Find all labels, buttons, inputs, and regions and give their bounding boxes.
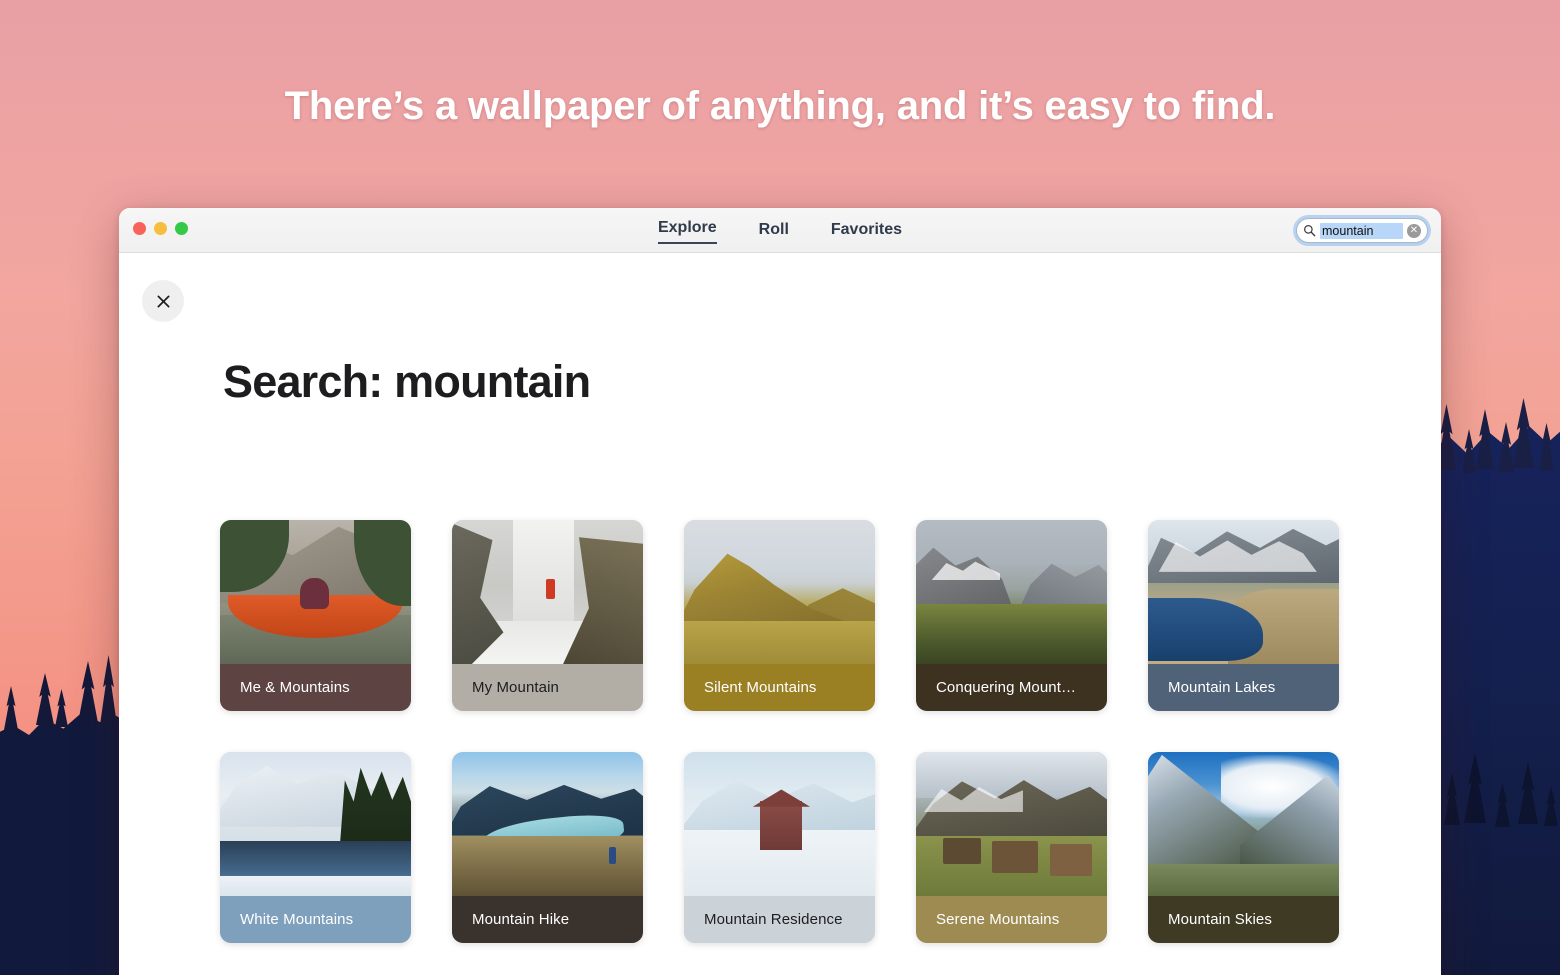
wallpaper-results-grid: Me & Mountains My Mountain Silent Mounta… [220,520,1339,943]
wallpaper-card[interactable]: Serene Mountains [916,752,1107,943]
wallpaper-card[interactable]: Mountain Skies [1148,752,1339,943]
tab-explore[interactable]: Explore [657,219,717,244]
wallpaper-card-title: Mountain Hike [452,896,643,943]
wallpaper-card-title: White Mountains [220,896,411,943]
app-window: Explore Roll Favorites mountain ✕ Search… [119,208,1441,975]
wallpaper-card[interactable]: Mountain Residence [684,752,875,943]
page-title: Search: mountain [223,356,591,407]
marketing-headline: There’s a wallpaper of anything, and it’… [284,84,1276,128]
window-content: Search: mountain Me & Mountains My Mount… [119,253,1441,975]
wallpaper-card[interactable]: Mountain Hike [452,752,643,943]
wallpaper-thumbnail [684,520,875,664]
window-titlebar: Explore Roll Favorites mountain ✕ [119,208,1441,253]
wallpaper-thumbnail [220,520,411,664]
wallpaper-card-title: Serene Mountains [916,896,1107,943]
wallpaper-thumbnail [916,520,1107,664]
wallpaper-thumbnail [684,752,875,896]
wallpaper-card[interactable]: White Mountains [220,752,411,943]
close-panel-button[interactable] [142,280,184,322]
tab-roll[interactable]: Roll [759,221,789,244]
wallpaper-card[interactable]: My Mountain [452,520,643,711]
search-icon [1304,225,1316,237]
wallpaper-card-title: My Mountain [452,664,643,711]
wallpaper-card-title: Mountain Lakes [1148,664,1339,711]
wallpaper-thumbnail [452,752,643,896]
wallpaper-thumbnail [452,520,643,664]
nav-tabs: Explore Roll Favorites [657,219,902,244]
traffic-light-group [133,222,188,235]
wallpaper-thumbnail [916,752,1107,896]
wallpaper-card-title: Mountain Skies [1148,896,1339,943]
right-hill-silhouette [1432,426,1560,975]
wallpaper-card-title: Mountain Residence [684,896,875,943]
wallpaper-thumbnail [220,752,411,896]
search-field[interactable]: mountain ✕ [1296,218,1428,243]
wallpaper-card-title: Me & Mountains [220,664,411,711]
wallpaper-thumbnail [1148,752,1339,896]
wallpaper-card[interactable]: Me & Mountains [220,520,411,711]
search-input-value[interactable]: mountain [1320,222,1403,239]
wallpaper-card[interactable]: Silent Mountains [684,520,875,711]
wallpaper-thumbnail [1148,520,1339,664]
wallpaper-card[interactable]: Conquering Mount… [916,520,1107,711]
close-x-icon [157,295,169,307]
wallpaper-card-title: Conquering Mount… [916,664,1107,711]
wallpaper-card[interactable]: Mountain Lakes [1148,520,1339,711]
tab-favorites[interactable]: Favorites [831,221,902,244]
close-window-button[interactable] [133,222,146,235]
wallpaper-card-title: Silent Mountains [684,664,875,711]
clear-search-icon[interactable]: ✕ [1407,223,1421,238]
maximize-window-button[interactable] [175,222,188,235]
minimize-window-button[interactable] [154,222,167,235]
